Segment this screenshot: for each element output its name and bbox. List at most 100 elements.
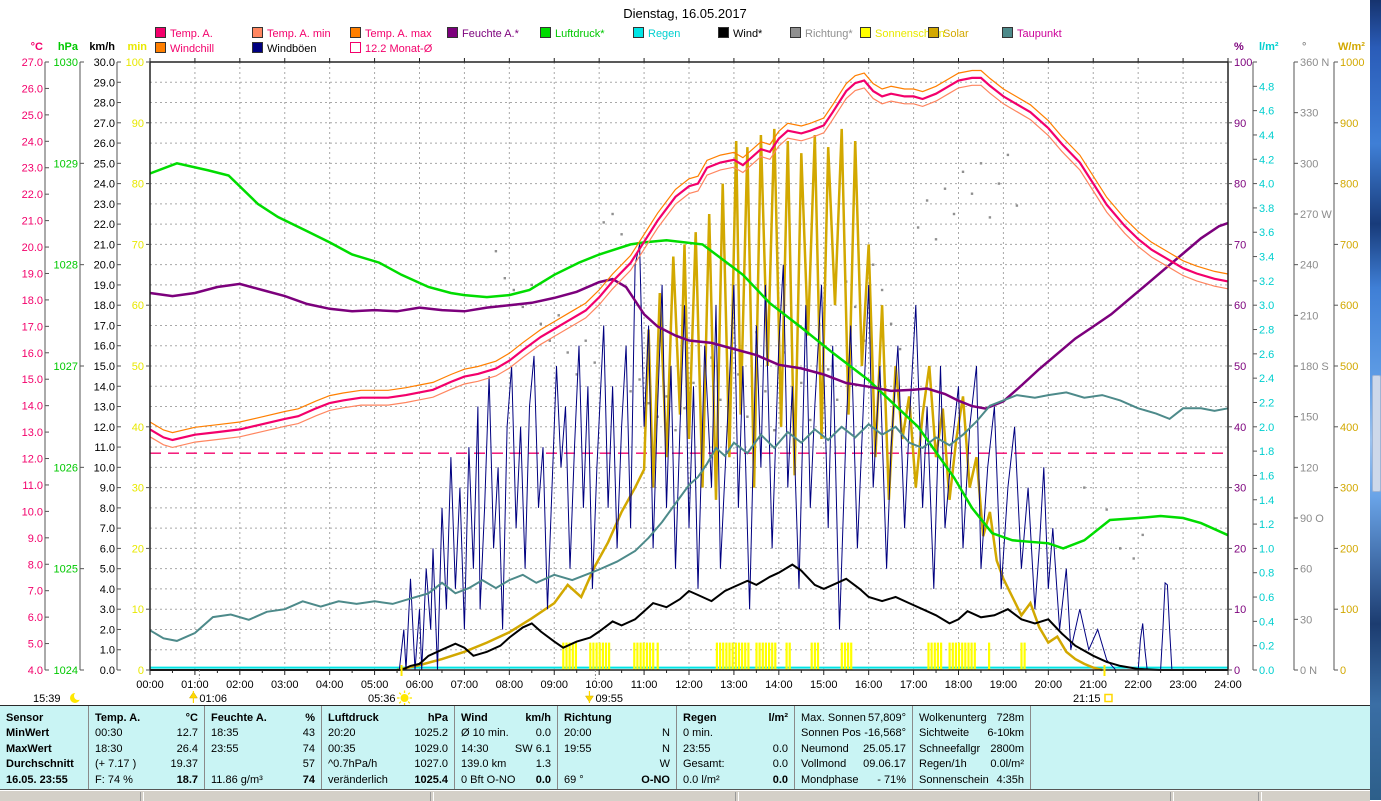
- tick-label: 18.0: [22, 295, 43, 307]
- cell-label: Wolkenunterg: [919, 711, 987, 724]
- tick-label: 26.0: [22, 83, 43, 95]
- direction-dot: [1141, 533, 1144, 537]
- sunshine-bar: [1020, 642, 1023, 670]
- cell-value: - 71%: [877, 773, 906, 786]
- sunshine-bar: [725, 642, 728, 670]
- tick-label: 10.0: [94, 462, 115, 474]
- direction-dot: [746, 415, 749, 418]
- x-axis-label: 20:00: [1035, 679, 1063, 691]
- direction-dot: [566, 351, 569, 354]
- tick-label: 100: [1234, 57, 1252, 69]
- tick-label: 2.6: [1259, 349, 1274, 361]
- cell-label: F: 74 %: [95, 773, 133, 786]
- cell-label: Sonnen Pos: [801, 727, 861, 740]
- cell-label: Gesamt:: [683, 758, 725, 771]
- tick-label: 17.0: [94, 320, 115, 332]
- tick-label: 1.6: [1259, 470, 1274, 482]
- sunshine-bar: [734, 642, 737, 670]
- cell-label: Neumond: [801, 742, 849, 755]
- tick-label: 25.0: [94, 158, 115, 170]
- table-col-info-7: Wolkenunterg 728m Sichtweite 6-10km Schneefa…: [913, 706, 1031, 789]
- table-row-labels: Sensor MinWert MaxWert Durchschnitt 16.05. 2…: [0, 706, 89, 789]
- direction-dot: [611, 212, 614, 216]
- direction-dot: [952, 212, 956, 216]
- row-label: Durchschnitt: [6, 758, 74, 771]
- tick-label: 2.2: [1259, 397, 1274, 409]
- cell-label: Temp. A.: [95, 711, 141, 724]
- sunshine-bar: [964, 642, 967, 670]
- row-label: MaxWert: [6, 742, 52, 755]
- x-axis-label: 21:00: [1079, 679, 1107, 691]
- cell-value: 26.4: [176, 742, 198, 755]
- tick-label: 5.0: [100, 564, 115, 576]
- axis-unit-: °: [1302, 41, 1306, 53]
- x-axis-label: 11:00: [631, 679, 658, 691]
- tick-label: 360 N: [1300, 57, 1329, 69]
- tick-label: 2.4: [1259, 373, 1274, 385]
- tick-label: 9.0: [28, 533, 43, 545]
- tick-label: 18.0: [94, 300, 115, 312]
- tick-label: 0.8: [1259, 568, 1274, 580]
- cell-value: 0.0: [535, 727, 551, 740]
- table-col-luftdruck: Luftdruck hPa 20:20 1025.2 00:35 1029.0 ^0.7hP…: [322, 706, 455, 789]
- direction-dot: [800, 381, 803, 385]
- sunshine-bar: [571, 642, 574, 670]
- cell-value: 18.7: [176, 773, 198, 786]
- tick-label: 11.0: [94, 442, 115, 454]
- cell-value: %: [305, 711, 315, 724]
- sunshine-bar: [936, 642, 939, 670]
- tick-label: 21.0: [22, 216, 43, 228]
- row-label: Sensor: [6, 711, 44, 724]
- tick-label: 2.8: [1259, 325, 1274, 337]
- scrollbar-thumb[interactable]: [1372, 375, 1381, 492]
- cell-label: Regen/1h: [919, 758, 967, 771]
- cell-label: 14:30: [461, 742, 489, 755]
- tick-label: 0.0: [1259, 665, 1274, 677]
- sunshine-bar: [747, 642, 750, 670]
- cell-value: 0.0: [535, 773, 551, 786]
- tick-label: 4.0: [1259, 179, 1274, 191]
- sunshine-bar: [933, 642, 936, 670]
- table-col-feuchte-a: Feuchte A.% 18:35 43 23:55 74 57 11.86 g/m³ 74: [205, 706, 322, 789]
- direction-dot: [584, 339, 587, 342]
- tick-label: 0.0: [100, 665, 115, 677]
- direction-dot: [719, 398, 722, 401]
- tick-label: 12.0: [22, 454, 43, 466]
- tick-label: 0.4: [1259, 616, 1274, 628]
- direction-dot: [1132, 557, 1135, 560]
- tick-label: 500: [1340, 361, 1358, 373]
- cell-value: 57,809°: [867, 711, 906, 724]
- x-axis-label: 24:00: [1214, 679, 1242, 691]
- sunshine-bar: [633, 642, 636, 670]
- tick-label: 700: [1340, 239, 1358, 251]
- table-col-info-6: Max. Sonnen 57,809° Sonnen Pos -16,568° Neum…: [795, 706, 913, 789]
- sunset-icon: [1104, 693, 1113, 703]
- tick-label: 60: [132, 300, 144, 312]
- cell-value: 74: [302, 773, 315, 786]
- tick-label: 16.0: [22, 348, 43, 360]
- sunrise-time: 05:36: [368, 693, 396, 705]
- tick-label: 60: [1234, 300, 1246, 312]
- direction-dot: [854, 305, 857, 309]
- axis-unit-hpa: hPa: [58, 41, 79, 53]
- direction-dot: [557, 314, 560, 317]
- tick-label: 9.0: [100, 483, 115, 495]
- sunshine-bar: [768, 642, 771, 670]
- tick-label: 90 O: [1300, 513, 1324, 525]
- tick-label: 4.0: [100, 584, 115, 596]
- tick-label: 0: [138, 665, 144, 677]
- tick-label: 10: [1234, 604, 1246, 616]
- cell-value: 1025.2: [414, 727, 448, 740]
- cell-label: Mondphase: [801, 773, 859, 786]
- tick-label: 100: [1340, 604, 1358, 616]
- x-axis-label: 03:00: [271, 679, 299, 691]
- sunshine-bar: [719, 642, 722, 670]
- tick-label: 17.0: [22, 321, 43, 333]
- tick-label: 13.0: [22, 427, 43, 439]
- tick-label: 20: [132, 543, 144, 555]
- sunshine-bar: [642, 642, 645, 670]
- tick-label: 1028: [54, 260, 78, 272]
- tick-label: 70: [132, 239, 144, 251]
- x-axis-label: 14:00: [765, 679, 793, 691]
- tick-label: 21.0: [94, 239, 115, 251]
